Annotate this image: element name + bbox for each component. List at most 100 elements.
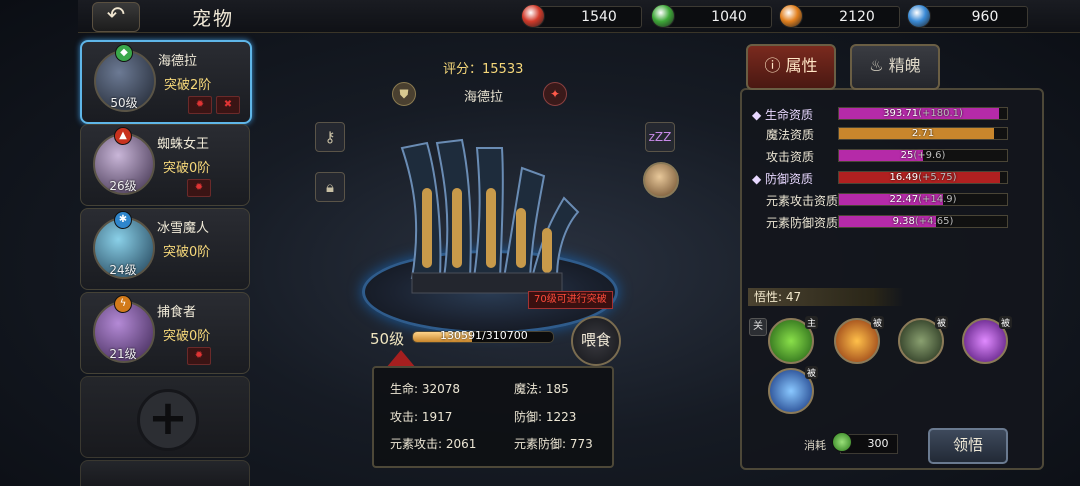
pet-breakthrough: 突破0阶 <box>163 245 211 260</box>
aptitude-label: ◆ 防御资质 <box>752 172 814 186</box>
tab-label: 精魄 <box>888 56 921 75</box>
resource-value: 1540 <box>581 9 617 25</box>
pet-breakthrough: 突破0阶 <box>163 329 211 344</box>
tab-spirit[interactable]: ♨ 精魄 <box>850 44 940 90</box>
lock-icon[interactable]: 🔒︎ <box>315 172 345 202</box>
aptitude-base: 9.38 <box>892 216 915 227</box>
aptitude-value: 25(+9.6) <box>839 150 1007 161</box>
pet-level: 26级 <box>109 179 137 193</box>
purple-triangle-skill-icon[interactable]: 被 <box>962 316 1012 364</box>
pet-level-display: 50级 <box>370 330 405 348</box>
game-screen: ↶ 宠物 1540 1040 2120 960 ◆ 50级 海德拉 突破2阶 ✹… <box>0 0 1080 486</box>
flame-icon: ♨ <box>869 56 889 75</box>
empty-pet-slot[interactable]: + <box>80 376 250 458</box>
aptitude-value: 16.49(+5.75) <box>839 172 1007 183</box>
aptitude-bar: 25(+9.6) <box>838 149 1008 162</box>
wind-element-icon: ◆ <box>115 44 133 62</box>
demon-badge-icon: ✹ <box>187 179 211 197</box>
demon-badge-icon: ✹ <box>187 347 211 365</box>
aptitude-bar: 22.47(+14.9) <box>838 193 1008 206</box>
page-title: 宠物 <box>192 8 235 30</box>
resource-lightning-orb[interactable]: 2120 <box>779 4 900 28</box>
skill-tag: 主 <box>804 316 818 329</box>
tab-attributes[interactable]: ⓘ 属性 <box>746 44 836 90</box>
back-button[interactable]: ↶ <box>92 2 140 32</box>
plus-icon: + <box>137 389 199 451</box>
aptitude-label: 元素攻击资质 <box>766 194 839 208</box>
green-slash-skill-icon[interactable]: 主 <box>768 316 818 364</box>
green-gem-icon <box>832 432 852 452</box>
aptitude-value: 2.71 <box>839 128 1007 139</box>
pet-name: 蜘蛛女王 <box>157 137 210 152</box>
aptitude-bonus: (+180.1) <box>918 108 963 119</box>
aptitude-base: 393.71 <box>883 108 919 119</box>
stat-element-defense: 元素防御: 773 <box>514 437 593 451</box>
skill-tag: 被 <box>870 316 884 329</box>
resource-green-gem[interactable]: 1040 <box>651 4 772 28</box>
empty-pet-slot[interactable] <box>80 460 250 486</box>
snowflake-orb-icon <box>907 4 931 28</box>
tab-label: 属性 <box>785 56 818 75</box>
fire-element-icon: ▲ <box>114 127 132 145</box>
aptitude-bar: 393.71(+180.1) <box>838 107 1008 120</box>
aptitude-base: 22.47 <box>889 194 919 205</box>
pet-list-item-spider-queen[interactable]: ▲ 26级 蜘蛛女王 突破0阶 ✹ <box>80 124 250 206</box>
lightning-element-icon: ϟ <box>114 295 132 313</box>
stats-panel: 生命: 32078 魔法: 185 攻击: 1917 防御: 1223 元素攻击… <box>372 366 614 468</box>
aptitude-label: ◆ 生命资质 <box>752 108 814 122</box>
resource-red-gem[interactable]: 1540 <box>521 4 642 28</box>
aptitude-value: 22.47(+14.9) <box>839 194 1007 205</box>
hydra-model <box>400 138 580 294</box>
blue-arrow-skill-icon[interactable]: 被 <box>768 366 818 414</box>
pet-list-item-hydra[interactable]: ◆ 50级 海德拉 突破2阶 ✹ ✖ <box>80 40 252 124</box>
pet-level: 21级 <box>109 347 137 361</box>
aptitude-bonus: (+5.75) <box>918 172 957 183</box>
aptitude-base: 16.49 <box>889 172 919 183</box>
pet-name: 冰雪魔人 <box>157 221 210 236</box>
red-gem-icon <box>521 4 545 28</box>
aptitude-label: 元素防御资质 <box>766 216 839 230</box>
toggle-off-button[interactable]: 关 <box>749 318 767 336</box>
stat-mp: 魔法: 185 <box>514 382 569 396</box>
info-icon: ⓘ <box>764 56 786 75</box>
sleep-icon[interactable]: zZZ <box>645 122 675 152</box>
aptitude-bar: 9.38(+4.65) <box>838 215 1008 228</box>
pet-score: 评分：15533 <box>443 62 524 77</box>
aptitude-value: 9.38(+4.65) <box>839 216 1007 227</box>
breakthrough-requirement-note: 70级可进行突破 <box>528 291 613 309</box>
claw-attack-icon[interactable]: ✦ <box>543 82 567 106</box>
feed-button[interactable]: 喂食 <box>571 316 621 366</box>
pet-breakthrough: 突破0阶 <box>163 161 211 176</box>
lightning-orb-icon <box>779 4 803 28</box>
trainer-avatar-icon[interactable] <box>643 162 679 198</box>
aptitude-base: 25 <box>900 150 914 161</box>
stat-attack: 攻击: 1917 <box>390 410 453 424</box>
skill-tag: 被 <box>804 366 818 379</box>
aptitude-bonus: (+14.9) <box>918 194 957 205</box>
key-icon[interactable]: ⚷ <box>315 122 345 152</box>
dragon-skull-skill-icon[interactable]: 被 <box>898 316 948 364</box>
pet-level: 50级 <box>110 96 138 110</box>
demon-badge-icon: ✹ <box>188 96 212 114</box>
aptitude-bonus: (+9.6) <box>913 150 946 161</box>
aptitude-bar: 2.71 <box>838 127 1008 140</box>
shield-rank-icon[interactable]: ⛊ <box>392 82 416 106</box>
aptitude-label: 攻击资质 <box>766 150 815 164</box>
comprehend-button[interactable]: 领悟 <box>928 428 1008 464</box>
skill-tag: 被 <box>934 316 948 329</box>
exp-text: 130591/310700 <box>440 329 528 342</box>
resource-snowflake-orb[interactable]: 960 <box>907 4 1028 28</box>
stat-element-attack: 元素攻击: 2061 <box>390 437 477 451</box>
green-gem-icon <box>651 4 675 28</box>
stat-defense: 防御: 1223 <box>514 410 577 424</box>
pet-list-item-ice-demon[interactable]: ✱ 24级 冰雪魔人 突破0阶 <box>80 208 250 290</box>
aptitude-value: 393.71(+180.1) <box>839 108 1007 119</box>
aptitude-bonus: (+4.65) <box>914 216 954 227</box>
cross-badge-icon: ✖ <box>216 96 240 114</box>
aptitude-base: 2.71 <box>911 128 935 139</box>
aptitude-bar: 16.49(+5.75) <box>838 171 1008 184</box>
stat-hp: 生命: 32078 <box>390 382 461 396</box>
resource-value: 2120 <box>839 9 875 25</box>
pet-list-item-predator[interactable]: ϟ 21级 捕食者 突破0阶 ✹ <box>80 292 250 374</box>
orange-burst-skill-icon[interactable]: 被 <box>834 316 884 364</box>
